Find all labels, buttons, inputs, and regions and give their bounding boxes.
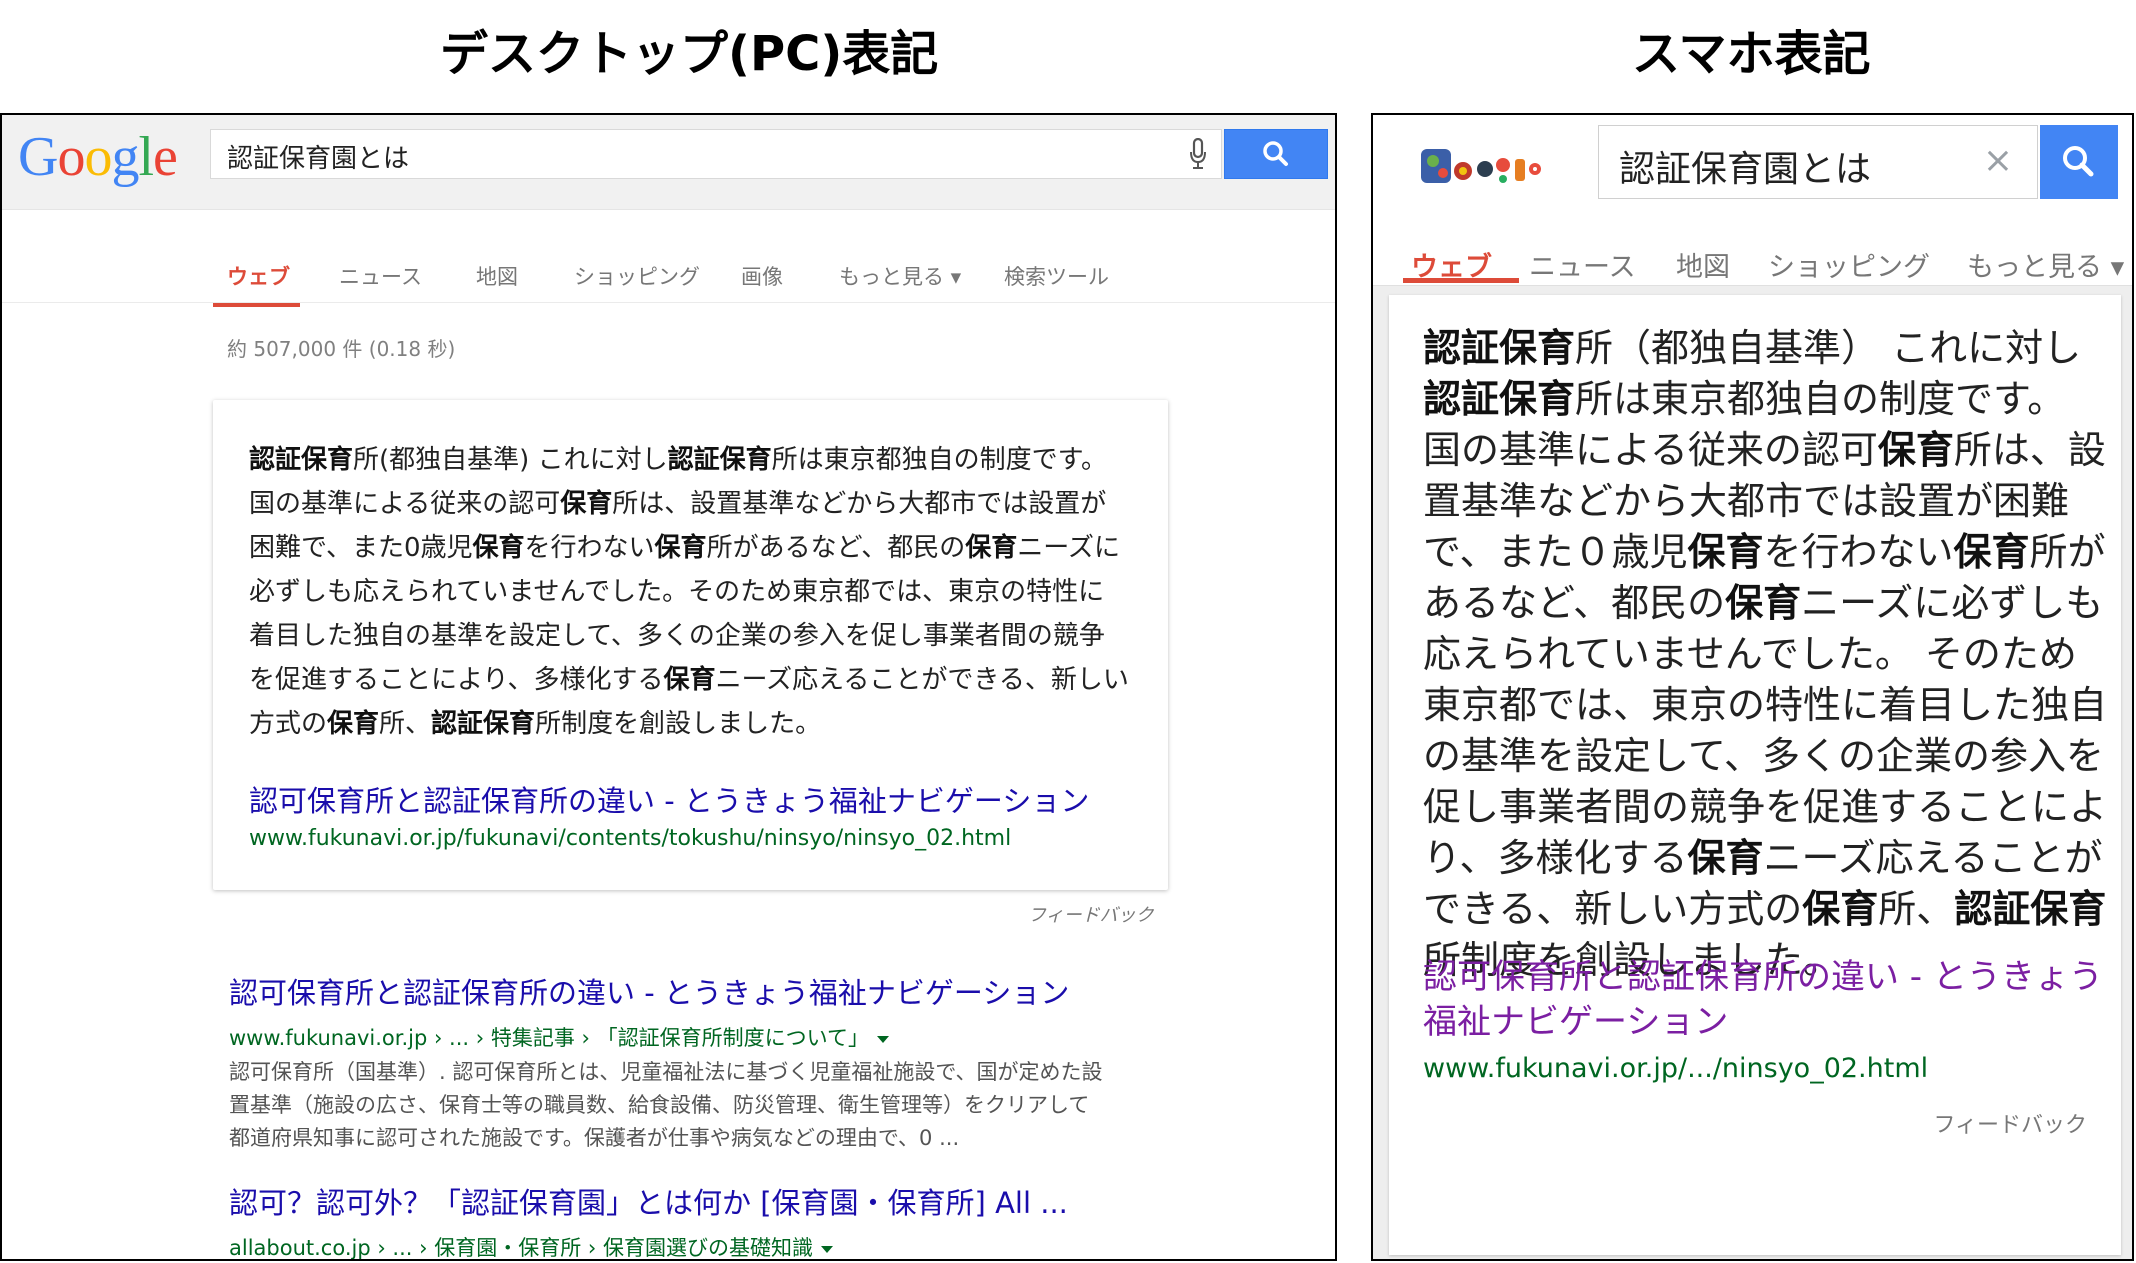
search-icon [1263,141,1288,166]
result-snippet: 認可保育所（国基準）. 認可保育所とは、児童福祉法に基づく児童福祉施設で、国が定… [229,1060,1103,1150]
google-logo[interactable]: Google [18,125,178,189]
tab-shopping[interactable]: ショッピング [1768,245,1930,284]
highlighted-term: 保育 [1802,887,1879,931]
mobile-search-button[interactable] [2040,125,2118,199]
snippet-segment: 所制度を創設しました。 [535,709,822,739]
desktop-header: Google 認証保育園とは [2,115,1335,210]
active-tab-indicator [213,303,300,307]
snippet-segment: 所があるなど、都民の [706,533,966,563]
featured-snippet-title-link[interactable]: 認可保育所と認証保育所の違い - とうきょう福祉ナビゲーション [249,778,1089,820]
tab-more[interactable]: もっと見る ▾ [1967,245,2124,284]
highlighted-term: 保育 [1953,530,2030,574]
result-url: www.fukunavi.or.jp › ... › 特集記事 › 「認証保育所… [229,1022,1109,1052]
snippet-segment: 所、 [379,709,432,739]
highlighted-term: 認証保育 [1423,377,1576,421]
tab-search-tools[interactable]: 検索ツール [1004,261,1109,291]
mic-icon[interactable] [1189,138,1207,170]
highlighted-term: 認証保育 [1954,887,2107,931]
search-query: 認証保育園とは [1619,149,1872,190]
mobile-search-input[interactable]: 認証保育園とは × [1598,125,2038,199]
result-title-link[interactable]: 認可？認可外？「認証保育園」とは何か [保育園・保育所] All ... [229,1180,1068,1222]
highlighted-term: 認証保育 [1423,326,1576,370]
tab-maps[interactable]: 地図 [476,261,518,291]
desktop-panel: Google 認証保育園とは ウェブ ニュース 地図 ショッピング 画像 もっと… [0,113,1337,1261]
snippet-segment: を行わない [524,533,655,563]
google-doodle-icon[interactable] [1419,141,1545,193]
tab-shopping[interactable]: ショッピング [574,261,700,291]
highlighted-term: 保育 [560,489,613,519]
highlighted-term: 認証保育 [249,445,354,475]
highlighted-term: 保育 [472,533,525,563]
dropdown-arrow-icon[interactable] [876,1035,889,1043]
snippet-segment: 所（都独自基準） これに対し [1575,326,2082,370]
highlighted-term: 認証保育 [431,709,536,739]
desktop-search-input[interactable]: 認証保育園とは [210,129,1222,179]
result-url-text: allabout.co.jp › ... › 保育園・保育所 › 保育園選びの基… [229,1236,813,1260]
highlighted-term: 保育 [1687,836,1764,880]
highlighted-term: 保育 [965,533,1018,563]
snippet-segment: 所(都独自基準) これに対し [353,445,668,475]
feedback-link[interactable]: フィードバック [1028,901,1154,927]
highlighted-term: 保育 [654,533,707,563]
search-query: 認証保育園とは [227,144,410,174]
tab-more[interactable]: もっと見る ▾ [839,261,961,291]
highlighted-term: 保育 [327,709,380,739]
active-tab-indicator [1403,278,1519,283]
snippet-segment: を行わない [1763,530,1954,574]
featured-snippet-url: www.fukunavi.or.jp/fukunavi/contents/tok… [249,826,1012,851]
featured-snippet-url: www.fukunavi.or.jp/.../ninsyo_02.html [1423,1053,1929,1084]
featured-snippet-title-link[interactable]: 認可保育所と認証保育所の違い - とうきょう福祉ナビゲーション [1423,955,2108,1045]
tab-maps[interactable]: 地図 [1676,245,1730,284]
featured-snippet-text: 認証保育所(都独自基準) これに対し認証保育所は東京都独自の制度です。国の基準に… [249,438,1129,746]
tab-news[interactable]: ニュース [1529,245,1636,284]
search-result: 認可保育所と認証保育所の違い - とうきょう福祉ナビゲーション www.fuku… [229,970,1109,1155]
desktop-search-button[interactable] [1224,129,1328,179]
desktop-heading: デスクトップ(PC)表記 [440,26,939,82]
clear-icon[interactable]: × [1983,140,2013,181]
mobile-header: 認証保育園とは × [1373,115,2132,209]
tab-web[interactable]: ウェブ [227,261,290,291]
featured-snippet-card: 認証保育所（都独自基準） これに対し認証保育所は東京都独自の制度です。 国の基準… [1389,295,2121,1255]
search-result: 認可？認可外？「認証保育園」とは何か [保育園・保育所] All ... all… [229,1180,1068,1260]
highlighted-term: 保育 [1687,530,1764,574]
tab-news[interactable]: ニュース [339,261,422,291]
featured-snippet-text: 認証保育所（都独自基準） これに対し認証保育所は東京都独自の制度です。 国の基準… [1423,323,2108,986]
feedback-link[interactable]: フィードバック [1933,1107,2087,1139]
tab-images[interactable]: 画像 [741,261,783,291]
mobile-heading: スマホ表記 [1632,26,1871,82]
highlighted-term: 保育 [1725,581,1802,625]
search-icon [2063,146,2094,177]
result-url: allabout.co.jp › ... › 保育園・保育所 › 保育園選びの基… [229,1232,1068,1260]
result-stats: 約 507,000 件 (0.18 秒) [227,337,456,361]
featured-snippet-card: 認証保育所(都独自基準) これに対し認証保育所は東京都独自の制度です。国の基準に… [213,400,1168,890]
result-url-text: www.fukunavi.or.jp › ... › 特集記事 › 「認証保育所… [229,1026,869,1050]
highlighted-term: 保育 [1877,428,1954,472]
result-title-link[interactable]: 認可保育所と認証保育所の違い - とうきょう福祉ナビゲーション [229,970,1109,1012]
highlighted-term: 認証保育 [667,445,772,475]
dropdown-arrow-icon[interactable] [820,1245,833,1253]
snippet-segment: 所、 [1878,887,1955,931]
highlighted-term: 保育 [663,665,716,695]
mobile-panel: 認証保育園とは × ウェブ ニュース 地図 ショッピング もっと見る ▾ 認証保… [1371,113,2134,1261]
